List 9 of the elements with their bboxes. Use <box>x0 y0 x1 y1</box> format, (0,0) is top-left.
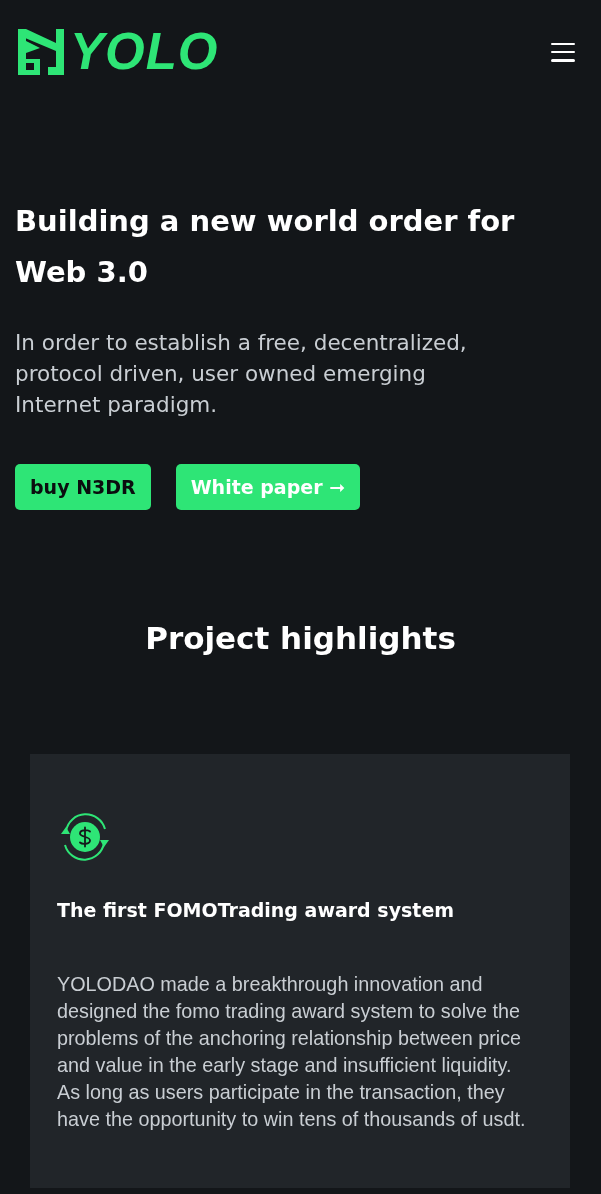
card-title: The first FOMOTrading award system <box>57 898 456 923</box>
menu-icon[interactable] <box>551 42 575 62</box>
logo-icon <box>18 29 64 75</box>
buy-button[interactable]: buy N3DR <box>15 464 151 510</box>
section-title: Project highlights <box>144 619 457 658</box>
hero-subtitle: In order to establish a free, decentralized, protocol driven, user owned emerging Internet paradigm. <box>15 329 468 419</box>
card-text: YOLODAO made a breakthrough innovation and designed the fomo trading award system to solve the problems of the anchoring relationship between price and value in the early stage and insufficient liquidity. As long as users participate in the transaction, they have the opportunity to win tens of thousands of usdt. <box>57 972 527 1132</box>
logo-text[interactable]: YOLO <box>70 29 223 75</box>
hero-title: Building a new world order for Web 3.0 <box>15 203 516 291</box>
